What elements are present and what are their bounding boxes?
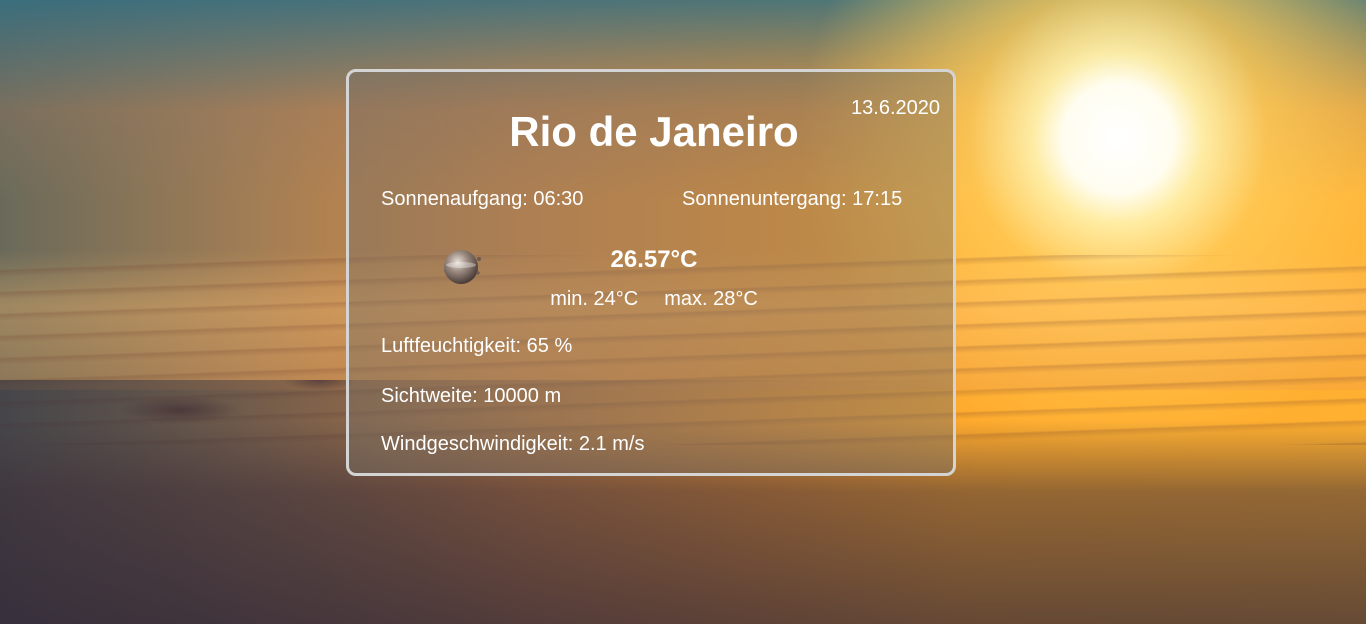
city-title: Rio de Janeiro [509,108,799,155]
sunrise-label: Sonnenaufgang: 06:30 [381,188,584,210]
weather-card: 13.6.2020 Rio de Janeiro Sonnenaufgang: … [346,69,956,476]
min-temperature: min. 24°C [550,288,639,310]
min-max-temperature: min. 24°C max. 28°C [349,288,959,311]
visibility-label: Sichtweite: 10000 m [381,385,562,407]
temperature-value: 26.57°C [610,246,698,273]
wind-speed-label: Windgeschwindigkeit: 2.1 m/s [381,433,645,455]
max-temperature: max. 28°C [664,288,758,310]
sunset-label: Sonnenuntergang: 17:15 [682,188,903,210]
humidity-label: Luftfeuchtigkeit: 65 % [381,335,573,357]
